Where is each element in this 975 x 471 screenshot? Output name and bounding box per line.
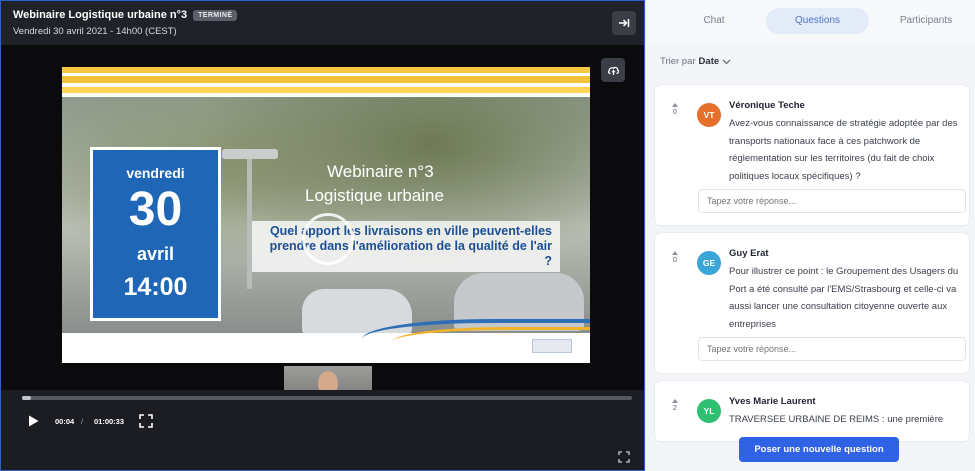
question-author: Guy Erat (729, 248, 769, 259)
question-text: TRAVERSEE URBAINE DE REIMS : une premièr… (729, 414, 944, 425)
event-date-number: 30 (128, 183, 183, 236)
tab-participants[interactable]: Participants (884, 8, 968, 34)
vote-count: 0 (673, 257, 677, 264)
status-badge: TERMINÉ (193, 9, 238, 21)
question-author: Véronique Teche (729, 100, 805, 111)
event-date-card: vendredi 30 avril 14:00 (90, 147, 221, 321)
avatar: VT (697, 103, 721, 127)
exit-icon (619, 19, 630, 27)
upvote-arrow-icon (672, 103, 678, 107)
vote-count: 2 (673, 405, 677, 412)
video-stage[interactable]: vendredi 30 avril 14:00 Webinaire n°3 Lo… (1, 45, 644, 434)
fullscreen-icon (139, 414, 153, 428)
slide-header-stripes (62, 67, 590, 97)
cloud-upload-button[interactable] (601, 58, 625, 82)
progress-bar[interactable] (22, 396, 632, 400)
title-row: Webinaire Logistique urbaine n°3 TERMINÉ (13, 9, 238, 21)
event-day: vendredi (126, 165, 185, 181)
webinar-title: Webinaire Logistique urbaine n°3 (13, 9, 188, 21)
webinar-app: Webinaire Logistique urbaine n°3 TERMINÉ… (0, 0, 975, 471)
slide-title-line2: Logistique urbaine (305, 186, 444, 205)
question-card: 0 GE Guy Erat Pour illustrer ce point : … (655, 233, 969, 373)
video-player: Webinaire Logistique urbaine n°3 TERMINÉ… (0, 0, 645, 471)
avatar: YL (697, 399, 721, 423)
expand-button[interactable] (618, 450, 630, 463)
avatar: GE (697, 251, 721, 275)
slide-question: Quel apport les livraisons en ville peuv… (252, 221, 560, 272)
slide-footer (62, 319, 590, 363)
exit-button[interactable] (612, 11, 636, 35)
question-card: 0 VT Véronique Teche Avez-vous connaissa… (655, 85, 969, 225)
upvote-button[interactable]: 0 (669, 251, 681, 277)
street-lamp (222, 149, 278, 159)
upvote-button[interactable]: 2 (669, 399, 681, 425)
progress-fill (22, 396, 32, 400)
upvote-button[interactable]: 0 (669, 103, 681, 129)
ask-question-button[interactable]: Poser une nouvelle question (739, 437, 899, 462)
sort-value: Date (698, 56, 720, 67)
tab-questions[interactable]: Questions (766, 8, 869, 34)
reply-input[interactable] (698, 189, 966, 213)
chevron-down-icon (722, 59, 731, 64)
total-time: 01:00:33 (94, 417, 125, 426)
slide-title-line1: Webinaire n°3 (327, 162, 434, 181)
presentation-slide: vendredi 30 avril 14:00 Webinaire n°3 Lo… (62, 67, 590, 363)
upvote-arrow-icon (672, 251, 678, 255)
question-text: Pour illustrer ce point : le Groupement … (729, 266, 959, 330)
current-time: 00:04 (55, 417, 75, 426)
time-separator: / (81, 417, 84, 426)
player-header: Webinaire Logistique urbaine n°3 TERMINÉ… (1, 1, 644, 45)
play-overlay-icon[interactable] (302, 213, 354, 265)
sort-control[interactable]: Trier par Date (660, 56, 731, 67)
webinar-date: Vendredi 30 avril 2021 - 14h00 (CEST) (13, 26, 177, 37)
vote-count: 0 (673, 109, 677, 116)
side-panel: Chat Questions Participants Trier par Da… (645, 0, 975, 471)
expand-icon (618, 451, 630, 463)
upvote-arrow-icon (672, 399, 678, 403)
question-text: Avez-vous connaissance de stratégie adop… (729, 118, 958, 182)
player-controls: 00:04 / 01:00:33 (1, 390, 644, 470)
fullscreen-button[interactable] (139, 414, 153, 428)
event-time: 14:00 (123, 273, 188, 301)
cloud-upload-icon (607, 66, 619, 75)
sponsor-logo (532, 339, 572, 353)
play-icon (28, 415, 38, 427)
play-button[interactable] (26, 414, 40, 428)
reply-input[interactable] (698, 337, 966, 361)
event-month: avril (136, 244, 175, 264)
question-author: Yves Marie Laurent (729, 396, 816, 407)
tab-chat[interactable]: Chat (679, 8, 749, 34)
question-card: 2 YL Yves Marie Laurent TRAVERSEE URBAIN… (655, 381, 969, 441)
sort-label: Trier par (660, 56, 696, 67)
panel-tabs: Chat Questions Participants (646, 0, 975, 42)
